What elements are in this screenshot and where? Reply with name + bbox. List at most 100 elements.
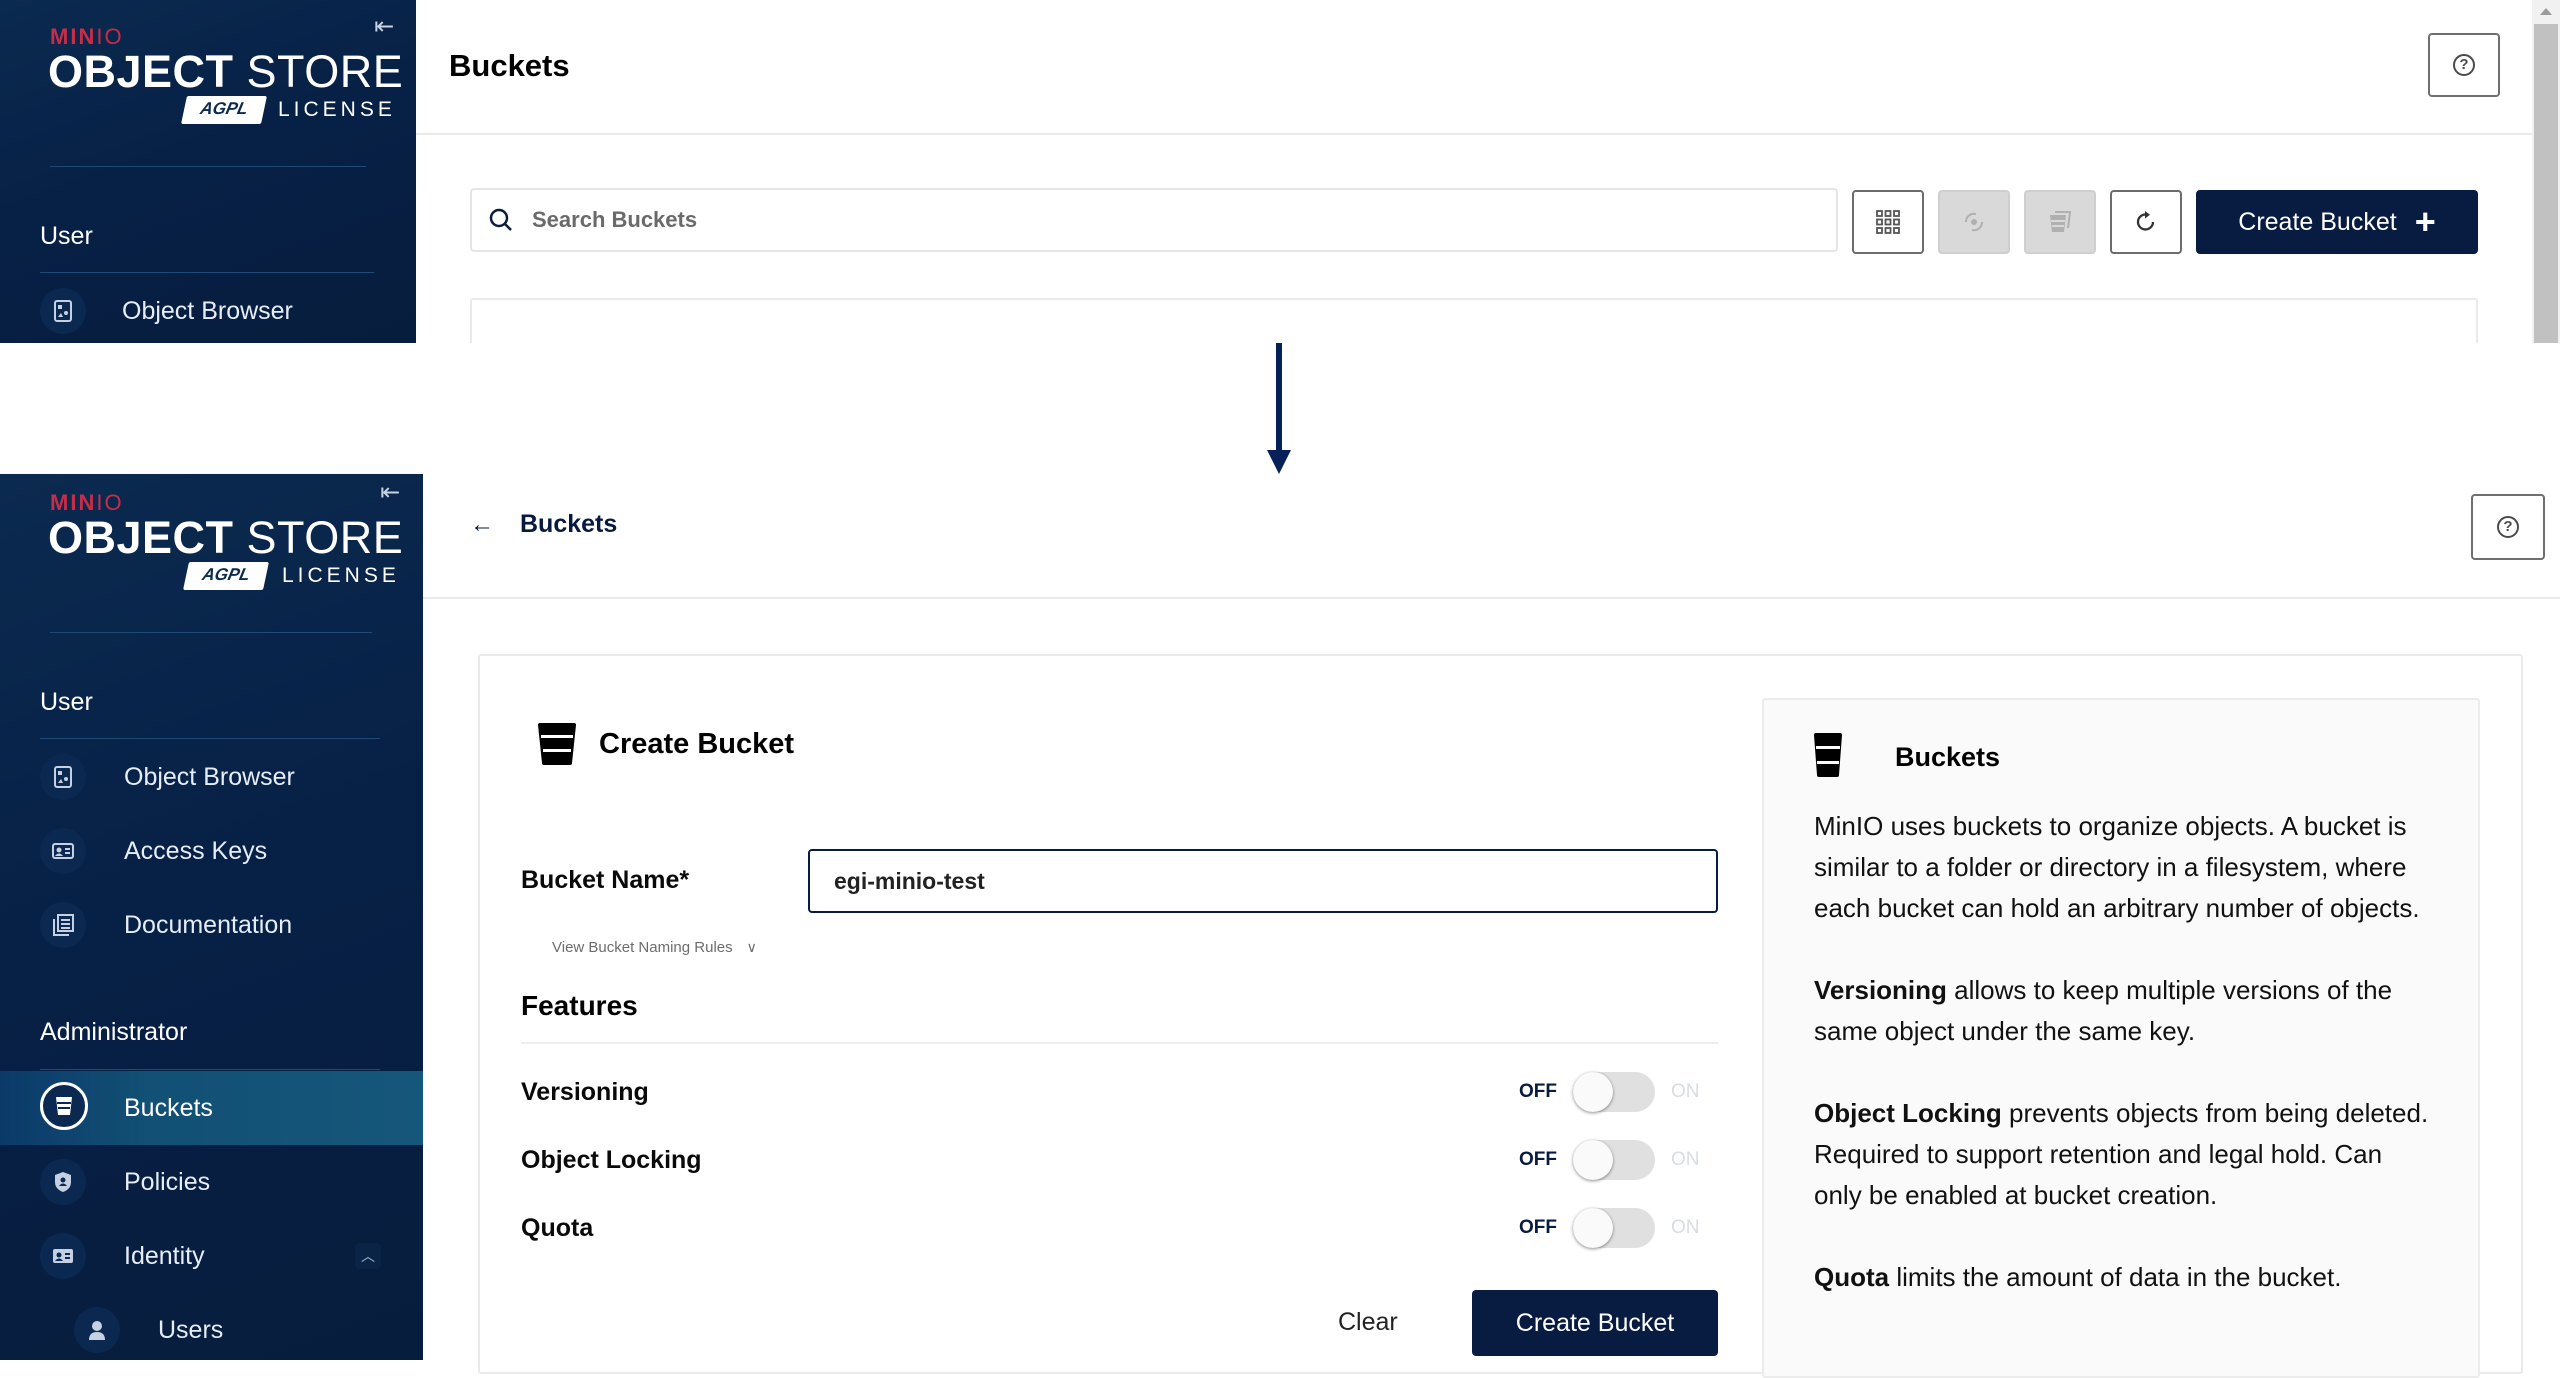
header-divider (416, 133, 2536, 135)
create-bucket-submit-button[interactable]: Create Bucket (1472, 1290, 1718, 1356)
back-to-buckets-link[interactable]: ← Buckets (470, 510, 617, 539)
sidebar-divider (40, 738, 380, 739)
sidebar-item-label: Object Browser (124, 762, 295, 791)
chevron-up-icon[interactable]: ︿ (355, 1243, 381, 1269)
toggle-off-label: OFF (1519, 1149, 1557, 1170)
sidebar-item-access-keys[interactable]: Access Keys (0, 814, 423, 888)
agpl-badge: AGPL (183, 562, 269, 590)
sidebar-section-user: User (40, 688, 93, 716)
toggle-off-label: OFF (1519, 1081, 1557, 1102)
search-buckets-field[interactable] (470, 188, 1838, 252)
scrollbar[interactable] (2532, 0, 2560, 343)
search-icon (489, 208, 512, 231)
refresh-button[interactable] (2110, 190, 2182, 254)
scroll-up-icon[interactable] (2540, 8, 2552, 15)
user-icon (74, 1307, 120, 1353)
replicate-icon (1965, 212, 1983, 232)
versioning-toggle[interactable]: OFF ON (1519, 1072, 1700, 1112)
sidebar-item-object-browser[interactable]: Object Browser (0, 274, 416, 343)
object-store-logo: OBJECT STORE (48, 512, 404, 563)
help-icon: ? (2453, 54, 2475, 76)
collapse-sidebar-icon[interactable]: ⇤ (380, 478, 400, 507)
sidebar-item-label: Policies (124, 1167, 211, 1196)
info-versioning: Versioning allows to keep multiple versi… (1814, 975, 2393, 1046)
sidebar-item-label: Buckets (124, 1093, 213, 1122)
sidebar-item-users[interactable]: Users (0, 1293, 423, 1360)
flow-arrow-head (1267, 450, 1291, 474)
info-description: MinIO uses buckets to organize objects. … (1814, 806, 2434, 1339)
object-locking-toggle[interactable]: OFF ON (1519, 1140, 1700, 1180)
sidebar-item-label: Identity (124, 1241, 205, 1270)
toggle-on-label: ON (1671, 1081, 1700, 1102)
sidebar-section-user: User (40, 222, 93, 250)
object-locking-switch[interactable] (1573, 1140, 1655, 1180)
features-heading: Features (521, 990, 638, 1021)
clear-button[interactable]: Clear (1338, 1308, 1398, 1337)
sidebar-item-policies[interactable]: Policies (0, 1145, 423, 1219)
scrollbar-thumb[interactable] (2534, 24, 2558, 343)
object-browser-icon (40, 754, 86, 800)
info-intro: MinIO uses buckets to organize objects. … (1814, 811, 2420, 923)
create-bucket-button[interactable]: Create Bucket + (2196, 190, 2478, 254)
create-bucket-label: Create Bucket (2238, 207, 2397, 236)
toggle-on-label: ON (1671, 1217, 1700, 1238)
object-browser-icon (40, 288, 86, 334)
info-title: Buckets (1895, 742, 2001, 772)
sidebar-item-label: Users (158, 1315, 224, 1344)
bulk-replication-button[interactable] (2024, 190, 2096, 254)
quota-toggle[interactable]: OFF ON (1519, 1208, 1700, 1248)
sidebar-divider (50, 632, 372, 633)
sidebar-item-buckets[interactable]: Buckets (0, 1071, 423, 1145)
bucket-icon (538, 723, 576, 765)
quota-switch[interactable] (1573, 1208, 1655, 1248)
naming-rules-label: View Bucket Naming Rules (552, 939, 733, 956)
help-icon: ? (2497, 516, 2519, 538)
sidebar-bottom: MINIO OBJECT STORE AGPL LICENSE ⇤ User O… (0, 474, 423, 1360)
policy-shield-icon (40, 1159, 86, 1205)
sidebar-item-object-browser[interactable]: Object Browser (0, 740, 423, 814)
form-title: Create Bucket (537, 722, 794, 766)
license-label: LICENSE (282, 564, 400, 587)
bucket-name-label: Bucket Name* (521, 866, 690, 894)
object-store-logo: OBJECT STORE (48, 46, 404, 97)
help-button[interactable]: ? (2471, 494, 2545, 560)
chevron-down-icon: ∨ (746, 939, 757, 955)
bucket-icon (40, 1082, 88, 1130)
sidebar-section-administrator: Administrator (40, 1018, 188, 1046)
license-label: LICENSE (278, 98, 396, 121)
sidebar-item-documentation[interactable]: Documentation (0, 888, 423, 962)
sidebar-divider (40, 272, 374, 273)
identity-card-icon (40, 1233, 86, 1279)
sidebar-top: MINIO OBJECT STORE AGPL LICENSE ⇤ User O… (0, 0, 416, 343)
back-link-label: Buckets (520, 510, 618, 538)
bucket-name-field[interactable] (808, 849, 1718, 913)
refresh-icon (2136, 211, 2155, 231)
back-arrow-icon: ← (470, 510, 494, 538)
replicate-button[interactable] (1938, 190, 2010, 254)
versioning-switch[interactable] (1573, 1072, 1655, 1112)
page-title: Buckets (449, 48, 570, 83)
toggle-on-label: ON (1671, 1149, 1700, 1170)
sidebar-item-label: Access Keys (124, 836, 268, 865)
sidebar-item-identity[interactable]: Identity ︿ (0, 1219, 423, 1293)
info-quota: Quota limits the amount of data in the b… (1814, 1262, 2342, 1292)
bucket-icon (1814, 733, 1842, 777)
agpl-badge: AGPL (181, 96, 267, 124)
sidebar-item-label: Documentation (124, 910, 293, 939)
bucket-name-input[interactable] (834, 867, 1716, 895)
toggle-knob (1573, 1072, 1613, 1112)
help-button[interactable]: ? (2428, 33, 2500, 97)
search-input[interactable] (532, 207, 1836, 233)
collapse-sidebar-icon[interactable]: ⇤ (374, 12, 394, 41)
view-naming-rules-toggle[interactable]: View Bucket Naming Rules ∨ (552, 939, 757, 956)
toggle-off-label: OFF (1519, 1217, 1557, 1238)
select-multiple-button[interactable] (1852, 190, 1924, 254)
versioning-label: Versioning (521, 1078, 649, 1106)
sidebar-divider (50, 166, 366, 167)
flow-arrow (1276, 343, 1282, 455)
header-divider (423, 597, 2560, 599)
quota-label: Quota (521, 1214, 594, 1242)
toggle-knob (1573, 1208, 1613, 1248)
info-object-locking: Object Locking prevents objects from bei… (1814, 1098, 2429, 1210)
toggle-knob (1573, 1140, 1613, 1180)
